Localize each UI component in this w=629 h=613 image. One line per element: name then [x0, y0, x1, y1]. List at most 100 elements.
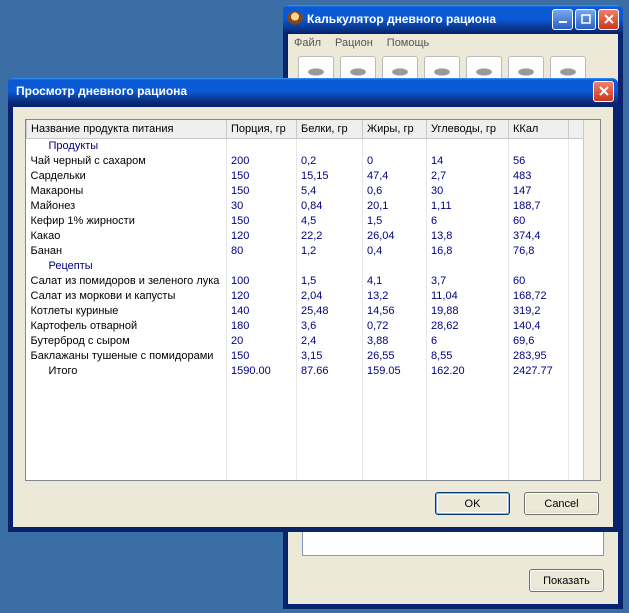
cell-value: 6: [427, 333, 509, 348]
table-row[interactable]: Салат из моркови и капусты1202,0413,211,…: [27, 288, 600, 303]
table-row-empty: [27, 423, 600, 438]
cell-value: 3,15: [297, 348, 363, 363]
cell-name: Банан: [27, 243, 227, 258]
cell-value: 3,7: [427, 273, 509, 288]
cell-value: 80: [227, 243, 297, 258]
cell-name: Какао: [27, 228, 227, 243]
cell-value: 22,2: [297, 228, 363, 243]
table-row[interactable]: Макароны1505,40,630147: [27, 183, 600, 198]
cell-value: 76,8: [509, 243, 569, 258]
table-row[interactable]: Картофель отварной1803,60,7228,62140,4: [27, 318, 600, 333]
table-row[interactable]: Майонез300,8420,11,11188,7: [27, 198, 600, 213]
cell-name: Салат из моркови и капусты: [27, 288, 227, 303]
close-button[interactable]: [598, 9, 619, 30]
cell-value: 150: [227, 183, 297, 198]
table-row[interactable]: Итого1590.0087.66159.05162.202427.77: [27, 363, 600, 378]
minimize-button[interactable]: [552, 9, 573, 30]
cell-value: 5,4: [297, 183, 363, 198]
ok-button[interactable]: OK: [435, 492, 510, 515]
cell-value: 0,72: [363, 318, 427, 333]
section-label: Рецепты: [27, 258, 227, 273]
maximize-button[interactable]: [575, 9, 596, 30]
table-row[interactable]: Банан801,20,416,876,8: [27, 243, 600, 258]
cell-value: 162.20: [427, 363, 509, 378]
cell-value: 374,4: [509, 228, 569, 243]
vertical-scrollbar[interactable]: [583, 120, 600, 480]
table-row-empty: [27, 468, 600, 481]
cell-value: 0: [363, 153, 427, 168]
table-row[interactable]: Бутерброд с сыром202,43,88669,6: [27, 333, 600, 348]
close-icon: [604, 14, 614, 24]
cell-name: Картофель отварной: [27, 318, 227, 333]
cell-value: 483: [509, 168, 569, 183]
cell-value: 30: [227, 198, 297, 213]
cell-value: 200: [227, 153, 297, 168]
menubar: Файл Рацион Помощь: [288, 34, 618, 52]
cell-value: 0,84: [297, 198, 363, 213]
menu-file[interactable]: Файл: [294, 37, 321, 49]
cell-value: 60: [509, 213, 569, 228]
col-protein[interactable]: Белки, гр: [297, 120, 363, 138]
table-row[interactable]: Кефир 1% жирности1504,51,5660: [27, 213, 600, 228]
cell-value: 180: [227, 318, 297, 333]
menu-help[interactable]: Помощь: [387, 37, 430, 49]
maximize-icon: [581, 14, 591, 24]
col-kcal[interactable]: ККал: [509, 120, 569, 138]
calculator-titlebar[interactable]: Калькулятор дневного рациона: [283, 5, 623, 33]
cell-value: 1,2: [297, 243, 363, 258]
cell-value: 14,56: [363, 303, 427, 318]
cell-value: 100: [227, 273, 297, 288]
cell-value: 1590.00: [227, 363, 297, 378]
cancel-button[interactable]: Cancel: [524, 492, 599, 515]
cell-value: 8,55: [427, 348, 509, 363]
cell-value: 120: [227, 228, 297, 243]
show-button[interactable]: Показать: [529, 569, 604, 592]
dialog-titlebar[interactable]: Просмотр дневного рациона: [8, 78, 618, 104]
cell-value: 60: [509, 273, 569, 288]
table-row[interactable]: Сардельки15015,1547,42,7483: [27, 168, 600, 183]
cell-value: 150: [227, 213, 297, 228]
col-portion[interactable]: Порция, гр: [227, 120, 297, 138]
cell-value: 69,6: [509, 333, 569, 348]
cell-value: 11,04: [427, 288, 509, 303]
cell-value: 4,1: [363, 273, 427, 288]
ration-view-dialog: Просмотр дневного рациона Название проду…: [8, 78, 618, 532]
cell-value: 0,4: [363, 243, 427, 258]
col-fat[interactable]: Жиры, гр: [363, 120, 427, 138]
ration-table-container: Название продукта питания Порция, гр Бел…: [25, 119, 601, 481]
cell-value: 1,5: [363, 213, 427, 228]
minimize-icon: [558, 14, 568, 24]
cell-value: 0,6: [363, 183, 427, 198]
cell-value: 120: [227, 288, 297, 303]
cell-value: 283,95: [509, 348, 569, 363]
cell-name: Кефир 1% жирности: [27, 213, 227, 228]
col-carbs[interactable]: Углеводы, гр: [427, 120, 509, 138]
ration-table: Название продукта питания Порция, гр Бел…: [26, 120, 600, 481]
table-row[interactable]: Баклажаны тушеные с помидорами1503,1526,…: [27, 348, 600, 363]
dialog-close-button[interactable]: [593, 81, 614, 102]
cell-value: 15,15: [297, 168, 363, 183]
cell-value: 1,5: [297, 273, 363, 288]
cell-value: 150: [227, 348, 297, 363]
table-row[interactable]: Салат из помидоров и зеленого лука1001,5…: [27, 273, 600, 288]
table-row[interactable]: Котлеты куриные14025,4814,5619,88319,2: [27, 303, 600, 318]
calculator-title: Калькулятор дневного рациона: [307, 12, 552, 26]
section-label: Продукты: [27, 138, 227, 153]
cell-value: 14: [427, 153, 509, 168]
cell-value: 30: [427, 183, 509, 198]
app-icon: [287, 11, 303, 27]
cell-value: 47,4: [363, 168, 427, 183]
menu-ration[interactable]: Рацион: [335, 37, 373, 49]
cell-value: 2427.77: [509, 363, 569, 378]
table-row[interactable]: Чай черный с сахаром2000,201456: [27, 153, 600, 168]
cell-value: 319,2: [509, 303, 569, 318]
cell-value: 188,7: [509, 198, 569, 213]
cell-name: Чай черный с сахаром: [27, 153, 227, 168]
cell-value: 28,62: [427, 318, 509, 333]
table-row[interactable]: Какао12022,226,0413,8374,4: [27, 228, 600, 243]
input-field[interactable]: [302, 528, 604, 556]
cell-value: 140,4: [509, 318, 569, 333]
cell-value: 0,2: [297, 153, 363, 168]
cell-value: 140: [227, 303, 297, 318]
col-name[interactable]: Название продукта питания: [27, 120, 227, 138]
